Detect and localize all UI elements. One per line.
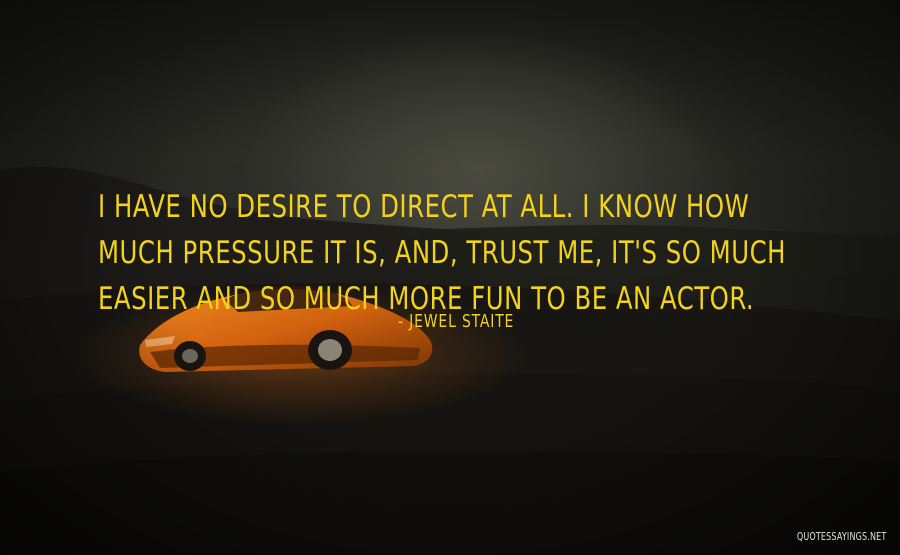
site-watermark: QUOTESSAYINGS.NET (796, 531, 886, 543)
quote-line: I have no desire to direct at all. I kno… (98, 189, 750, 225)
quote-card: I have no desire to direct at all. I kno… (0, 0, 900, 555)
quote-line: much pressure it is, and, trust me, it's… (98, 235, 786, 271)
quote-author: - Jewel Staite (398, 311, 515, 332)
quote-text: I have no desire to direct at all. I kno… (98, 184, 786, 322)
